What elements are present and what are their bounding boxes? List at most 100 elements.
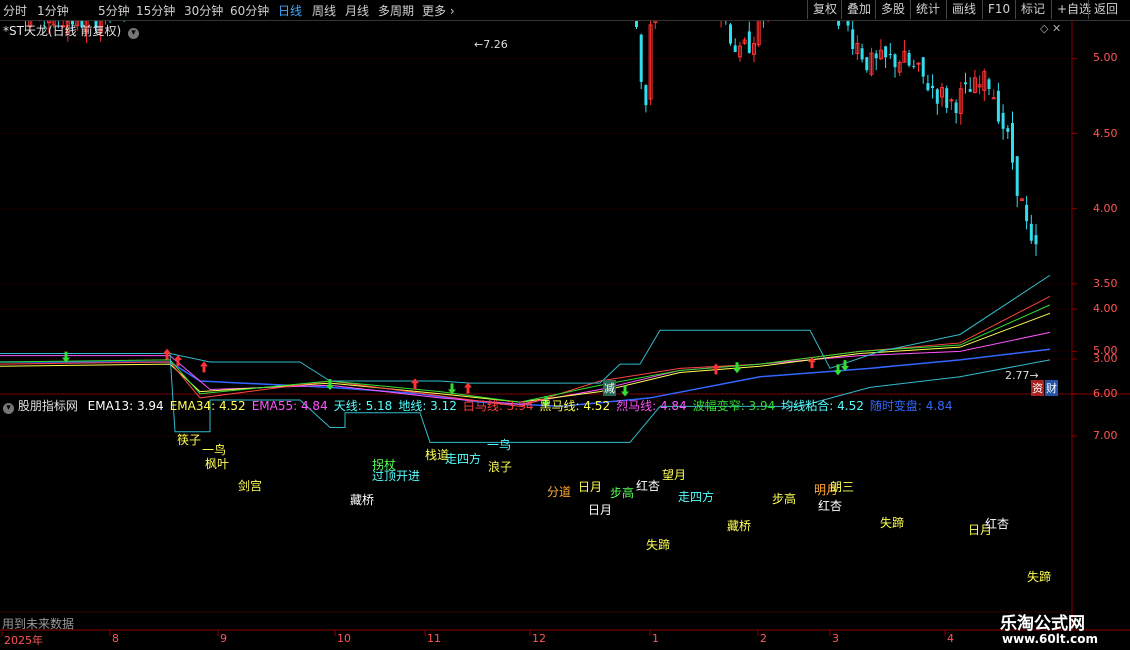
indicator-value-number: 3.94 [133, 399, 164, 413]
indicator-value-label: 白马线: [462, 399, 503, 413]
date-label: 2025年 [4, 634, 43, 647]
signal-annotation: 失蹄 [880, 516, 905, 530]
date-label: 11 [427, 632, 441, 645]
indicator-value-label: 地线: [398, 399, 427, 413]
indicator-name[interactable]: 股朋指标网 [18, 399, 78, 413]
signal-annotation: 走四方 [678, 490, 715, 504]
date-label: 3 [832, 632, 839, 645]
chevron-right-icon: › [446, 4, 455, 18]
candle-body [1034, 235, 1038, 245]
candle-body [1029, 223, 1033, 241]
main-y-tick: 4.50 [1093, 126, 1118, 140]
finance-badge[interactable]: 财 [1045, 380, 1058, 396]
candle-body [639, 34, 643, 82]
main-y-tick: 5.00 [1093, 51, 1118, 65]
tab-30min[interactable]: 30分钟 [184, 2, 223, 19]
candle-body [860, 48, 864, 60]
tab-60min[interactable]: 60分钟 [230, 2, 269, 19]
back-button[interactable]: 返回 [1088, 0, 1123, 19]
arrow-down-icon [621, 385, 629, 397]
signal-annotation: 朗三 [830, 480, 855, 494]
close-icon[interactable]: ✕ [1052, 22, 1061, 35]
indicator-value: 黑马线: 4.52 [540, 399, 611, 413]
signal-annotation: 红杏 [985, 517, 1010, 531]
tab-fenshi[interactable]: 分时 [3, 2, 27, 19]
multi-stock-button[interactable]: 多股 [875, 0, 910, 19]
candle-body [865, 57, 869, 71]
tab-daily[interactable]: 日线 [278, 2, 302, 19]
stock-title: *ST天龙(日线 前复权) ▾ [3, 22, 139, 39]
indicator-value-label: 黑马线: [539, 399, 580, 413]
tab-monthly[interactable]: 月线 [345, 2, 369, 19]
indicator-value-label: 随时变盘: [869, 399, 922, 413]
mark-button[interactable]: 标记 [1015, 0, 1050, 19]
indicator-value: 地线: 3.12 [398, 399, 457, 413]
indicator-value: EMA55: 4.84 [252, 399, 328, 413]
candle-body [907, 52, 911, 66]
window-controls[interactable]: ◇ ✕ [1040, 22, 1061, 35]
date-label: 1 [652, 632, 659, 645]
signal-annotation: 红杏 [818, 499, 843, 513]
low-price-value: 2.77 [1005, 369, 1030, 382]
candle-body [1011, 122, 1014, 163]
signal-annotation: 浪子 [488, 460, 513, 474]
indicator-value: 波幅变窄: 3.94 [693, 399, 776, 413]
signal-annotation: 步高 [772, 492, 797, 506]
tab-5min[interactable]: 5分钟 [98, 2, 130, 19]
signal-annotation: 失蹄 [1027, 570, 1052, 584]
candle-body [644, 85, 648, 106]
candle-body [884, 46, 888, 58]
signal-annotation: 红杏 [636, 479, 661, 493]
stats-button[interactable]: 统计 [910, 0, 945, 19]
candle-body [921, 57, 925, 77]
tab-multi-period[interactable]: 多周期 [378, 2, 414, 19]
candle-body [945, 88, 949, 108]
indicator-value: EMA13: 3.94 [88, 399, 164, 413]
fund-badge[interactable]: 资 [1031, 380, 1044, 396]
indicator-y-tick: 4.00 [1093, 302, 1118, 316]
tab-more[interactable]: 更多 › [422, 2, 455, 19]
candle-body [912, 65, 916, 67]
main-y-tick: 3.50 [1093, 276, 1118, 290]
indicator-value-number: 4.52 [579, 399, 611, 413]
tab-weekly[interactable]: 周线 [312, 2, 336, 19]
candle-body [935, 89, 939, 104]
candle-body [1025, 204, 1029, 222]
signal-annotation: 分道 [547, 485, 572, 499]
fuquan-button[interactable]: 复权 [807, 0, 842, 19]
tab-1min[interactable]: 1分钟 [37, 2, 69, 19]
indicator-value-number: 3.94 [502, 399, 534, 413]
candle-body [968, 89, 972, 92]
overlay-button[interactable]: 叠加 [841, 0, 876, 19]
candle-body [1006, 128, 1010, 132]
candle-body [996, 90, 1000, 122]
candle-body [747, 31, 751, 53]
diamond-icon[interactable]: ◇ [1040, 22, 1048, 35]
reduce-badge[interactable]: 减 [603, 380, 616, 396]
signal-annotation: 筷子 [177, 433, 202, 447]
candle-body [851, 29, 855, 49]
signal-annotation: 日月 [578, 480, 603, 494]
indicator-value-number: 4.52 [833, 399, 864, 413]
chart-canvas[interactable] [0, 0, 1130, 650]
indicator-y-tick: 7.00 [1093, 429, 1118, 442]
candle-body [1015, 156, 1019, 196]
indicator-value-number: 3.94 [744, 399, 776, 413]
date-label: 4 [947, 632, 954, 645]
indicator-value: EMA34: 4.52 [170, 399, 246, 413]
candlestick-series [10, 0, 1038, 256]
signal-annotation: 剑宫 [238, 479, 263, 493]
tab-15min[interactable]: 15分钟 [136, 2, 175, 19]
indicator-value-number: 4.84 [297, 399, 328, 413]
signal-annotation: 藏桥 [727, 519, 752, 533]
date-label: 8 [112, 632, 119, 645]
chevron-down-icon[interactable]: ▾ [3, 403, 14, 414]
arrow-up-icon [808, 357, 816, 369]
candle-body [893, 54, 897, 68]
draw-line-button[interactable]: 画线 [946, 0, 981, 19]
candle-body [987, 79, 991, 90]
f10-button[interactable]: F10 [982, 0, 1015, 19]
chevron-down-icon[interactable]: ▾ [127, 28, 139, 39]
indicator-value-number: 4.84 [921, 399, 953, 413]
date-label: 2 [760, 632, 767, 645]
